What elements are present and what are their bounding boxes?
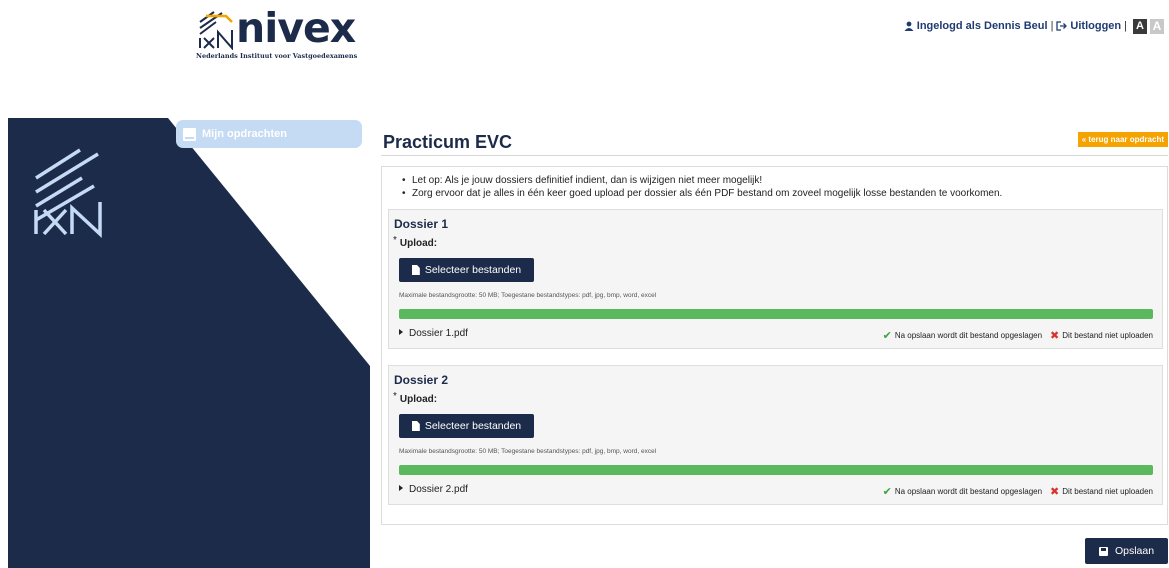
separator: | — [1050, 20, 1054, 32]
sidebar-background — [8, 118, 370, 568]
file-constraints-text: Maximale bestandsgrootte: 50 MB; Toegest… — [399, 292, 657, 299]
remove-file-option[interactable]: Dit bestand niet uploaden — [1062, 487, 1153, 496]
file-name[interactable]: Dossier 2.pdf — [409, 484, 468, 495]
dossier-title: Dossier 1 — [394, 217, 449, 231]
close-icon[interactable]: ✖ — [1050, 329, 1059, 342]
upload-panel: Let op: Als je jouw dossiers definitief … — [381, 166, 1168, 525]
upload-progress-fill — [399, 309, 1153, 319]
font-size-small-button[interactable]: A — [1150, 18, 1164, 34]
logout-link[interactable]: Uitloggen — [1070, 20, 1121, 32]
user-icon — [904, 21, 914, 31]
dossier-title: Dossier 2 — [394, 373, 449, 387]
select-files-label: Selecteer bestanden — [424, 420, 522, 432]
notes-list: Let op: Als je jouw dossiers definitief … — [402, 174, 1002, 200]
upload-progress-fill — [399, 465, 1153, 475]
keep-file-option[interactable]: Na opslaan wordt dit bestand opgeslagen — [895, 331, 1042, 340]
uploaded-file-row: Dossier 1.pdf ✔ Na opslaan wordt dit bes… — [399, 328, 1153, 342]
required-marker: * — [393, 391, 397, 402]
separator: | — [1124, 20, 1127, 32]
dossier-section-2: Dossier 2 * Upload: Selecteer bestanden M… — [388, 365, 1163, 505]
save-button-label: Opslaan — [1114, 545, 1155, 557]
title-divider — [381, 155, 1168, 156]
upload-label: * Upload: — [393, 235, 438, 249]
upload-progress-bar — [399, 465, 1153, 475]
file-actions: ✔ Na opslaan wordt dit bestand opgeslage… — [883, 329, 1153, 342]
sidebar-item-mijn-opdrachten[interactable]: Mijn opdrachten — [176, 120, 362, 148]
tablet-icon — [183, 127, 196, 141]
font-size-large-button[interactable]: A — [1133, 18, 1147, 34]
upload-label-text: Upload: — [399, 238, 438, 249]
file-name[interactable]: Dossier 1.pdf — [409, 328, 468, 339]
select-files-button[interactable]: Selecteer bestanden — [399, 414, 534, 438]
uploaded-file-row: Dossier 2.pdf ✔ Na opslaan wordt dit bes… — [399, 484, 1153, 498]
save-button[interactable]: Opslaan — [1085, 538, 1168, 564]
floppy-disk-icon — [1098, 546, 1108, 556]
select-files-label: Selecteer bestanden — [424, 264, 522, 276]
logout-icon — [1056, 21, 1068, 31]
upload-label: * Upload: — [393, 391, 438, 405]
upload-label-text: Upload: — [399, 394, 438, 405]
logged-in-user-link[interactable]: Ingelogd als Dennis Beul — [917, 20, 1048, 32]
upload-progress-bar — [399, 309, 1153, 319]
file-icon — [411, 265, 420, 275]
required-marker: * — [393, 235, 397, 246]
caret-right-icon[interactable] — [399, 329, 403, 336]
note-item: Let op: Als je jouw dossiers definitief … — [402, 174, 1002, 187]
logo-wordmark: nivex — [236, 4, 356, 52]
logo-subtitle: Nederlands Instituut voor Vastgoedexamen… — [196, 52, 358, 60]
note-item: Zorg ervoor dat je alles in één keer goe… — [402, 187, 1002, 200]
nivex-logo[interactable]: nivex Nederlands Instituut voor Vastgoed… — [196, 4, 358, 62]
file-actions: ✔ Na opslaan wordt dit bestand opgeslage… — [883, 485, 1153, 498]
file-constraints-text: Maximale bestandsgrootte: 50 MB; Toegest… — [399, 448, 657, 455]
sidebar-item-label: Mijn opdrachten — [202, 128, 287, 140]
close-icon[interactable]: ✖ — [1050, 485, 1059, 498]
user-bar: Ingelogd als Dennis Beul | Uitloggen | A… — [904, 16, 1164, 36]
check-icon[interactable]: ✔ — [883, 485, 892, 498]
file-icon — [411, 421, 420, 431]
back-to-assignment-button[interactable]: « terug naar opdracht — [1077, 132, 1168, 147]
keep-file-option[interactable]: Na opslaan wordt dit bestand opgeslagen — [895, 487, 1042, 496]
remove-file-option[interactable]: Dit bestand niet uploaden — [1062, 331, 1153, 340]
page-title: Practicum EVC — [383, 132, 513, 152]
dossier-section-1: Dossier 1 * Upload: Selecteer bestanden M… — [388, 209, 1163, 349]
select-files-button[interactable]: Selecteer bestanden — [399, 258, 534, 282]
check-icon[interactable]: ✔ — [883, 329, 892, 342]
nivex-logo-mark-icon — [199, 11, 233, 50]
caret-right-icon[interactable] — [399, 485, 403, 492]
